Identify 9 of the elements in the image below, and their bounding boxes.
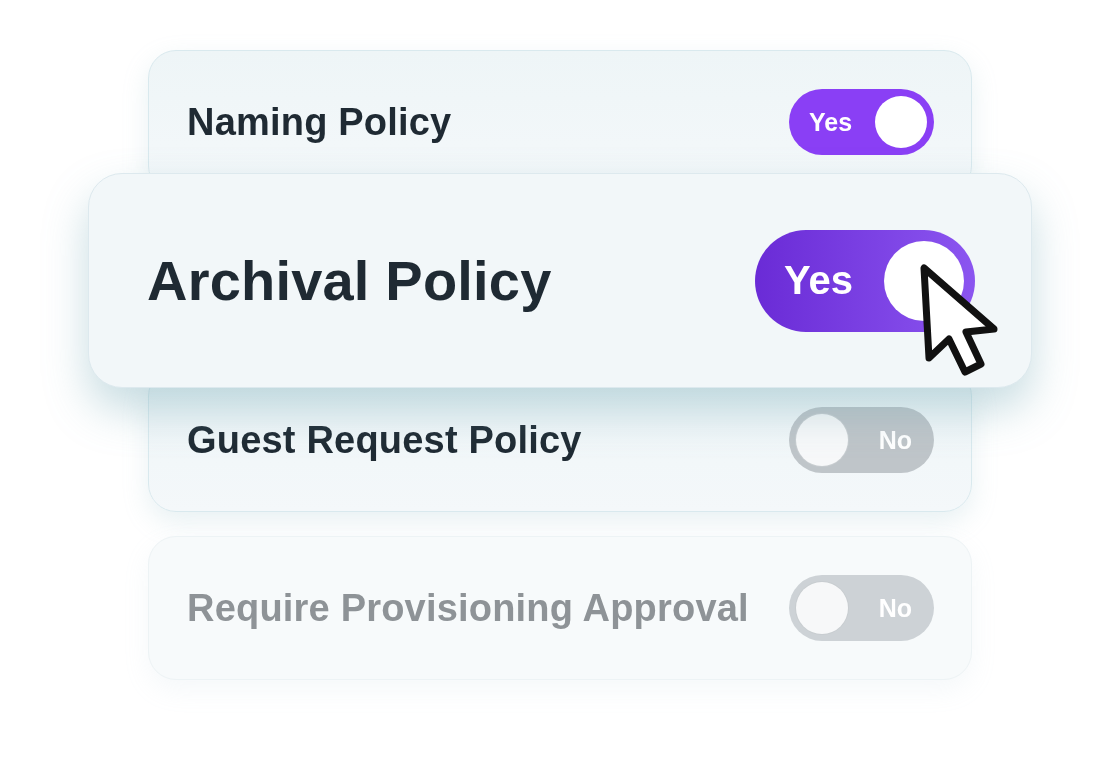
mouse-pointer-icon: [919, 263, 999, 377]
toggle-switch[interactable]: Yes: [789, 89, 934, 155]
toggle-knob: [875, 96, 927, 148]
toggle-knob: [796, 582, 848, 634]
policy-label: Guest Request Policy: [187, 418, 582, 462]
policy-label: Archival Policy: [147, 248, 552, 313]
toggle-knob: [796, 414, 848, 466]
policy-label: Naming Policy: [187, 100, 452, 144]
policy-label: Require Provisioning Approval: [187, 586, 749, 630]
